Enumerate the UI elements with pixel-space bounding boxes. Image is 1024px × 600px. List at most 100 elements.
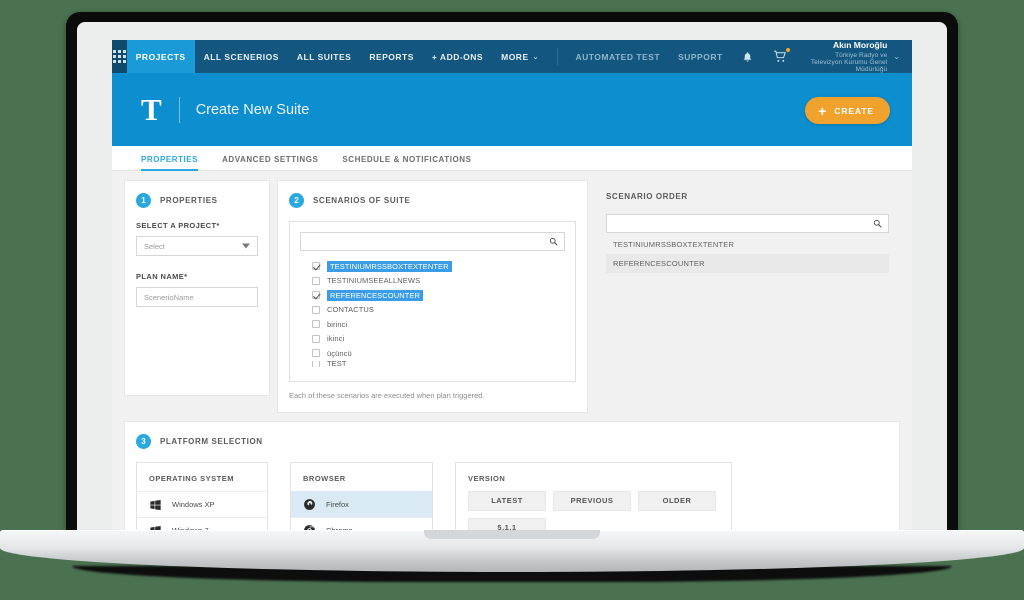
- properties-panel: 1 PROPERTIES SELECT A PROJECT* Select PL…: [124, 180, 270, 396]
- scenario-label: birinci: [327, 319, 348, 329]
- list-item[interactable]: CONTACTUS: [312, 303, 565, 318]
- nav-item-support[interactable]: SUPPORT: [669, 40, 732, 73]
- notification-bell-icon: [743, 51, 751, 62]
- scenario-label: TEST: [327, 360, 347, 367]
- scenarios-step-header: 2 SCENARIOS OF SUITE: [289, 193, 576, 208]
- account-user-name: Akın Moroğlu: [832, 40, 888, 50]
- nav-label-all-scenerios: ALL SCENERIOS: [203, 51, 279, 62]
- scenario-label: ikinci: [327, 334, 345, 344]
- scenario-checkbox[interactable]: [312, 320, 320, 329]
- nav-item-all-scenerios[interactable]: ALL SCENERIOS: [195, 40, 288, 73]
- tab-label-advanced-settings: ADVANCED SETTINGS: [222, 155, 319, 164]
- scenario-checkbox[interactable]: [312, 276, 320, 285]
- nav-label-automated-test: AUTOMATED TEST: [575, 51, 661, 62]
- search-icon: [549, 237, 558, 246]
- browser-label: Firefox: [326, 499, 349, 509]
- properties-panel-title: PROPERTIES: [160, 196, 218, 205]
- create-button-label: CREATE: [834, 105, 874, 116]
- windows-logo-icon: [150, 499, 161, 510]
- nav-item-projects[interactable]: PROJECTS: [126, 40, 195, 73]
- select-project-value: Select: [144, 241, 165, 251]
- scenario-order-search-row[interactable]: [606, 214, 889, 233]
- properties-step-header: 1 PROPERTIES: [136, 193, 258, 208]
- chevron-down-icon: [242, 243, 250, 249]
- scenario-checkbox[interactable]: [312, 360, 320, 367]
- scenarios-of-suite-panel: 2 SCENARIOS OF SUITE TESTINIUMRSSBOXTEXT…: [277, 180, 588, 413]
- account-menu[interactable]: Akın Moroğlu Türkiye Radyo ve Televizyon…: [797, 40, 894, 73]
- select-project-dropdown[interactable]: Select: [136, 236, 258, 256]
- plan-name-label: PLAN NAME*: [136, 272, 188, 281]
- step-number-3: 3: [136, 433, 151, 449]
- list-item[interactable]: birinci: [312, 317, 565, 332]
- platform-panel-title: PLATFORM SELECTION: [160, 436, 263, 446]
- apps-grid-button[interactable]: [112, 40, 127, 73]
- scenarios-checkbox-list: TESTINIUMRSSBOXTEXTENTER TESTINIUMSEEALL…: [300, 259, 565, 367]
- scenario-label: TESTINIUMRSSBOXTEXTENTER: [327, 260, 452, 272]
- tab-advanced-settings[interactable]: ADVANCED SETTINGS: [222, 155, 330, 170]
- scenario-checkbox[interactable]: [312, 291, 320, 300]
- scenario-order-item[interactable]: TESTINIUMRSSBOXTEXTENTER: [606, 235, 889, 254]
- firefox-logo-icon: [304, 498, 315, 510]
- notification-bell-button[interactable]: [732, 40, 763, 73]
- scenario-checkbox[interactable]: [312, 305, 320, 314]
- nav-label-add-ons: + ADD-ONS: [431, 51, 484, 62]
- plus-icon: +: [818, 102, 828, 119]
- scenario-checkbox[interactable]: [312, 349, 320, 358]
- scenario-checkbox[interactable]: [312, 334, 320, 343]
- list-item[interactable]: ikinci: [312, 332, 565, 347]
- list-item[interactable]: üçüncü: [312, 346, 565, 361]
- os-label: Windows XP: [172, 499, 215, 509]
- list-item[interactable]: TESTINIUMSEEALLNEWS: [312, 274, 565, 289]
- scenarios-panel-title: SCENARIOS OF SUITE: [313, 196, 411, 205]
- top-navigation-bar: PROJECTS ALL SCENERIOS ALL SUITES REPORT…: [112, 40, 912, 73]
- scenarios-search-row[interactable]: [300, 232, 565, 251]
- platform-step-header: 3 PLATFORM SELECTION: [136, 433, 888, 449]
- top-panel-row: 1 PROPERTIES SELECT A PROJECT* Select PL…: [124, 180, 900, 413]
- list-item[interactable]: TESTINIUMRSSBOXTEXTENTER: [312, 259, 565, 274]
- browser-option-firefox[interactable]: Firefox: [291, 490, 432, 517]
- step-number-1: 1: [136, 193, 151, 208]
- logo-divider: [178, 96, 180, 123]
- account-caret-glyph: ⌄: [893, 52, 900, 61]
- scenario-order-item[interactable]: REFERENCESCOUNTER: [606, 254, 889, 273]
- version-button-previous[interactable]: PREVIOUS: [553, 490, 631, 511]
- nav-item-add-ons[interactable]: + ADD-ONS: [423, 40, 492, 73]
- scenario-order-panel: SCENARIO ORDER TESTINIUMRSSBOXTEXTENTER …: [595, 180, 900, 396]
- main-content: 1 PROPERTIES SELECT A PROJECT* Select PL…: [112, 171, 912, 542]
- cart-badge-dot: [785, 48, 790, 52]
- shopping-cart-icon: [773, 50, 786, 62]
- scenario-order-search-input[interactable]: [613, 219, 873, 228]
- nav-item-more[interactable]: MORE ⌄: [492, 40, 548, 73]
- tab-schedule-notifications[interactable]: SCHEDULE & NOTIFICATIONS: [342, 155, 483, 170]
- scenarios-search-input[interactable]: [307, 237, 549, 246]
- list-item[interactable]: REFERENCESCOUNTER: [312, 288, 565, 303]
- step-number-2: 2: [289, 193, 304, 208]
- account-chevron-down-icon[interactable]: ⌄: [893, 40, 912, 73]
- plan-name-input[interactable]: ScenerioName: [136, 287, 258, 307]
- operating-system-title: OPERATING SYSTEM: [149, 473, 234, 483]
- nav-label-projects: PROJECTS: [135, 51, 186, 62]
- nav-item-all-suites[interactable]: ALL SUITES: [288, 40, 360, 73]
- plan-name-value: ScenerioName: [144, 292, 194, 302]
- scenario-checkbox[interactable]: [312, 262, 320, 271]
- chevron-down-icon: ⌄: [532, 53, 539, 61]
- version-title: VERSION: [468, 473, 506, 483]
- os-option-windows-xp[interactable]: Windows XP: [137, 490, 267, 517]
- scenario-label: üçüncü: [327, 348, 352, 358]
- version-button-latest[interactable]: LATEST: [468, 490, 546, 511]
- nav-label-support: SUPPORT: [678, 51, 723, 62]
- scenario-order-title: SCENARIO ORDER: [606, 192, 688, 201]
- field-spacer: [136, 256, 258, 272]
- laptop-mockup-stage: PROJECTS ALL SCENERIOS ALL SUITES REPORT…: [0, 0, 1024, 600]
- nav-item-automated-test[interactable]: AUTOMATED TEST: [566, 40, 669, 73]
- nav-item-reports[interactable]: REPORTS: [360, 40, 423, 73]
- tab-properties[interactable]: PROPERTIES: [141, 155, 210, 171]
- scenario-label: CONTACTUS: [327, 305, 375, 315]
- browser-title: BROWSER: [303, 473, 346, 483]
- create-button[interactable]: + CREATE: [805, 97, 890, 124]
- shopping-cart-button[interactable]: [763, 40, 797, 73]
- scenarios-inner-box: TESTINIUMRSSBOXTEXTENTER TESTINIUMSEEALL…: [289, 221, 576, 382]
- search-icon: [873, 219, 882, 228]
- list-item[interactable]: TEST: [312, 360, 565, 367]
- version-button-older[interactable]: OLDER: [638, 490, 716, 511]
